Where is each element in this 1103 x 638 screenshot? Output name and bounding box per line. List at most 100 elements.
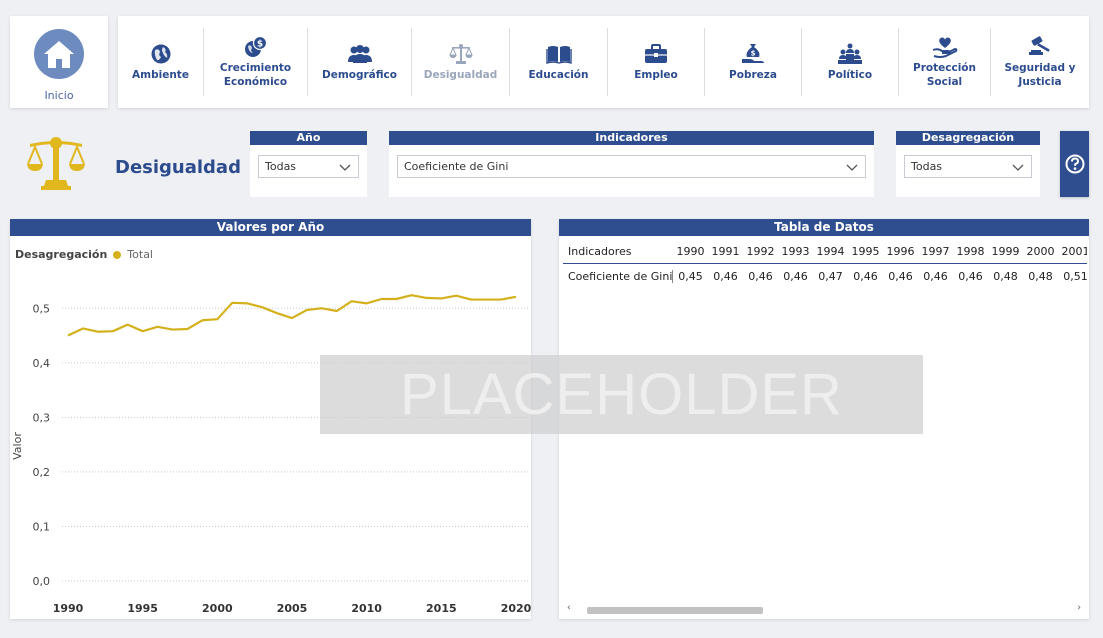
data-table: Indicadores 1990 1991 1992 1993 1994 1995 1996 1… — [563, 240, 1087, 288]
column-header-year[interactable]: 2001 — [1058, 245, 1088, 258]
y-tick-label: 0,4 — [33, 357, 51, 370]
nav-item-desigualdad[interactable]: Desigualdad — [412, 28, 510, 96]
scales-icon — [448, 43, 474, 65]
scroll-left-icon[interactable]: ‹ — [567, 603, 571, 613]
nav-label: Desigualdad — [423, 68, 498, 81]
column-header-year[interactable]: 1997 — [918, 245, 953, 258]
nav-label: Demográfico — [322, 68, 397, 81]
indicator-dropdown[interactable]: Coeficiente de Gini — [397, 155, 866, 178]
indicator-dropdown-value: Coeficiente de Gini — [404, 160, 509, 173]
y-tick-label: 0,1 — [33, 520, 51, 533]
column-header-year[interactable]: 1995 — [848, 245, 883, 258]
breakdown-filter-label: Desagregación — [896, 131, 1040, 145]
podium-people-icon — [837, 43, 863, 65]
globe-icon — [150, 43, 172, 65]
nav-item-empleo[interactable]: Empleo — [608, 28, 705, 96]
table-header-row: Indicadores 1990 1991 1992 1993 1994 1995 1996 1… — [563, 240, 1087, 264]
y-tick-label: 0,3 — [33, 411, 51, 424]
nav-item-ambiente[interactable]: Ambiente — [118, 28, 204, 96]
value-cell: 0,46 — [923, 269, 948, 283]
nav-item-seguridad-justicia[interactable]: Seguridad y Justicia — [991, 28, 1089, 96]
breakdown-dropdown[interactable]: Todas — [904, 155, 1032, 178]
value-cell: 0,48 — [993, 269, 1018, 283]
home-button[interactable]: Inicio — [10, 16, 108, 108]
column-header-year[interactable]: 1998 — [953, 245, 988, 258]
y-tick-label: 0,5 — [33, 302, 51, 315]
column-header-year[interactable]: 1992 — [743, 245, 778, 258]
book-icon — [545, 43, 572, 65]
year-filter: Año Todas — [250, 131, 367, 197]
year-filter-label: Año — [250, 131, 367, 145]
scales-icon — [26, 134, 86, 196]
nav-item-proteccion-social[interactable]: Protección Social — [899, 28, 991, 96]
year-dropdown[interactable]: Todas — [258, 155, 359, 178]
x-tick-label: 2010 — [351, 602, 382, 615]
y-axis-label: Valor — [11, 432, 24, 460]
home-icon — [34, 29, 84, 79]
value-cell: 0,46 — [853, 269, 878, 283]
nav-item-pobreza[interactable]: $ Pobreza — [705, 28, 802, 96]
row-indicator-cell: Coeficiente de Gini — [563, 269, 673, 283]
value-cell: 0,46 — [958, 269, 983, 283]
nav-item-politico[interactable]: Político — [802, 28, 899, 96]
chevron-down-icon — [339, 164, 351, 171]
column-header-year[interactable]: 1994 — [813, 245, 848, 258]
value-cell: 0,46 — [888, 269, 913, 283]
column-header-year[interactable]: 1991 — [708, 245, 743, 258]
nav-label: Protección Social — [913, 61, 976, 88]
nav-label: Pobreza — [729, 68, 777, 81]
y-tick-label: 0,0 — [33, 575, 51, 588]
x-tick-label: 2005 — [277, 602, 308, 615]
value-cell: 0,45 — [678, 269, 703, 283]
nav-item-educacion[interactable]: Educación — [510, 28, 608, 96]
nav-label: Ambiente — [132, 68, 189, 81]
column-header-year[interactable]: 1993 — [778, 245, 813, 258]
indicator-filter-label: Indicadores — [389, 131, 874, 145]
x-tick-label: 1995 — [127, 602, 158, 615]
table-body: Coeficiente de Gini 0,45 0,46 0,46 0,46 0,47 0… — [563, 264, 1087, 288]
value-cell: 0,46 — [783, 269, 808, 283]
scrollbar-thumb[interactable] — [587, 607, 763, 614]
svg-text:$: $ — [256, 39, 262, 49]
home-label: Inicio — [44, 89, 74, 102]
column-header-year[interactable]: 2000 — [1023, 245, 1058, 258]
table-panel-title: Tabla de Datos — [559, 219, 1089, 236]
nav-item-demografico[interactable]: Demográfico — [308, 28, 412, 96]
value-cell: 0,47 — [818, 269, 843, 283]
year-dropdown-value: Todas — [265, 160, 297, 173]
category-nav: Ambiente $ Crecimiento Económico Demográ… — [118, 16, 1089, 108]
nav-label: Educación — [528, 68, 589, 81]
breakdown-dropdown-value: Todas — [911, 160, 943, 173]
nav-label: Crecimiento Económico — [219, 61, 292, 88]
x-tick-label: 1990 — [53, 602, 84, 615]
scroll-right-icon[interactable]: › — [1077, 603, 1081, 613]
nav-label: Empleo — [634, 68, 678, 81]
x-tick-label: 2020 — [501, 602, 531, 615]
chevron-down-icon — [1012, 164, 1024, 171]
chevron-down-icon — [846, 164, 858, 171]
value-cell: 0,46 — [748, 269, 773, 283]
x-tick-label: 2000 — [202, 602, 233, 615]
value-cell: 0,46 — [713, 269, 738, 283]
page-title: Desigualdad — [115, 157, 241, 178]
people-icon — [347, 43, 373, 65]
chart-panel-title: Valores por Año — [10, 219, 531, 236]
column-header-year[interactable]: 1996 — [883, 245, 918, 258]
column-header-year[interactable]: 1999 — [988, 245, 1023, 258]
indicator-filter: Indicadores Coeficiente de Gini — [389, 131, 874, 197]
breakdown-filter: Desagregación Todas — [896, 131, 1040, 197]
nav-label: Político — [827, 68, 873, 81]
series-line-total — [67, 294, 517, 337]
x-tick-label: 2015 — [426, 602, 457, 615]
svg-text:$: $ — [751, 49, 756, 57]
placeholder-overlay: PLACEHOLDER — [320, 355, 923, 434]
column-header-year[interactable]: 1990 — [673, 245, 708, 258]
briefcase-icon — [644, 43, 668, 65]
nav-item-crecimiento-economico[interactable]: $ Crecimiento Económico — [204, 28, 308, 96]
nav-label: Seguridad y Justicia — [1004, 61, 1076, 88]
column-header-indicator[interactable]: Indicadores — [563, 245, 673, 258]
horizontal-scrollbar[interactable]: ‹ › — [567, 603, 1081, 615]
question-circle-icon — [1065, 154, 1084, 174]
help-button[interactable] — [1060, 131, 1089, 197]
value-cell: 0,48 — [1028, 269, 1053, 283]
